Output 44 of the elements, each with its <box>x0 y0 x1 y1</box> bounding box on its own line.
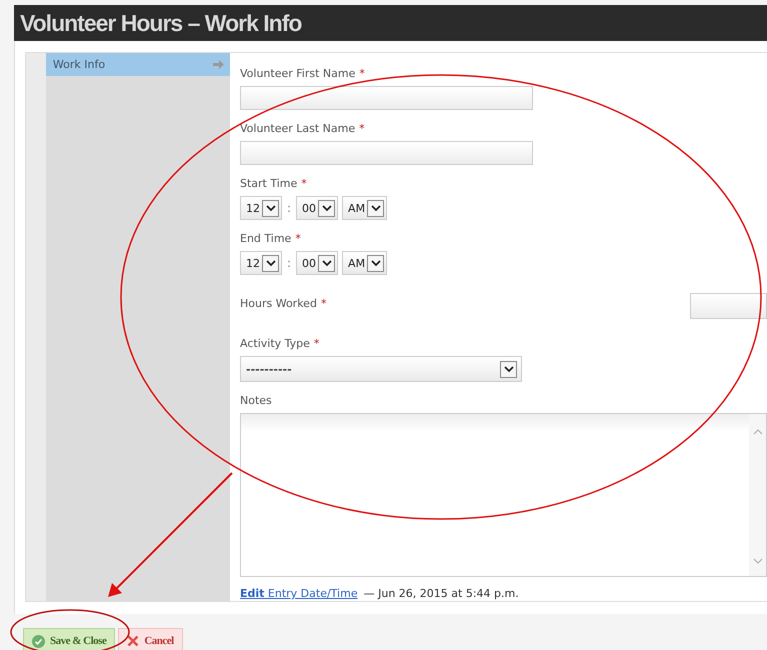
save-button[interactable]: Save & Close <box>23 628 116 650</box>
input-field[interactable] <box>240 141 533 165</box>
field-label: Volunteer Last Name <box>240 122 356 135</box>
arrow-icon <box>213 60 224 69</box>
required-asterisk: * <box>301 177 307 190</box>
time-separator: : <box>287 201 292 215</box>
chevron-icon <box>322 204 332 212</box>
field-label: Start Time <box>240 177 298 190</box>
input-field[interactable] <box>690 293 767 319</box>
notes-field[interactable] <box>240 413 767 577</box>
field-label: Hours Worked <box>240 297 317 310</box>
minute-dropdown[interactable]: 00 <box>296 251 338 275</box>
input-field[interactable] <box>240 86 533 110</box>
edit-entry-link[interactable]: Edit Entry Date/Time <box>240 587 358 600</box>
chevron-icon <box>504 366 514 372</box>
sidebar-item[interactable]: Work Info <box>46 53 230 76</box>
field-label: End Time <box>240 232 292 245</box>
close-icon <box>127 635 140 647</box>
scroll-up-icon <box>752 429 762 435</box>
chevron-icon <box>266 204 276 212</box>
scroll-down-icon <box>752 558 762 564</box>
field-label: Notes <box>240 394 272 407</box>
required-asterisk: * <box>314 337 320 350</box>
required-asterisk: * <box>359 67 365 80</box>
hour-dropdown[interactable]: 12 <box>240 196 282 220</box>
required-asterisk: * <box>359 122 365 135</box>
entry-date-text: — Jun 26, 2015 at 5:44 p.m. <box>364 587 519 600</box>
chevron-icon <box>370 260 381 266</box>
hour-dropdown[interactable]: 12 <box>240 251 282 275</box>
check-icon <box>32 634 45 648</box>
period-dropdown[interactable]: AM <box>342 251 388 275</box>
required-asterisk: * <box>295 232 301 245</box>
activity-dropdown[interactable]: ---------- <box>240 356 522 382</box>
chevron-icon <box>322 260 332 266</box>
field-label: Activity Type <box>240 337 310 350</box>
window-title: Volunteer Hours – Work Info <box>20 10 302 36</box>
time-separator: : <box>287 256 292 270</box>
period-dropdown[interactable]: AM <box>342 196 388 220</box>
minute-dropdown[interactable]: 00 <box>296 196 338 220</box>
chevron-icon <box>370 204 381 212</box>
cancel-button[interactable]: Cancel <box>118 628 183 650</box>
field-label: Volunteer First Name <box>240 67 356 80</box>
chevron-icon <box>266 260 276 266</box>
required-asterisk: * <box>320 297 326 310</box>
